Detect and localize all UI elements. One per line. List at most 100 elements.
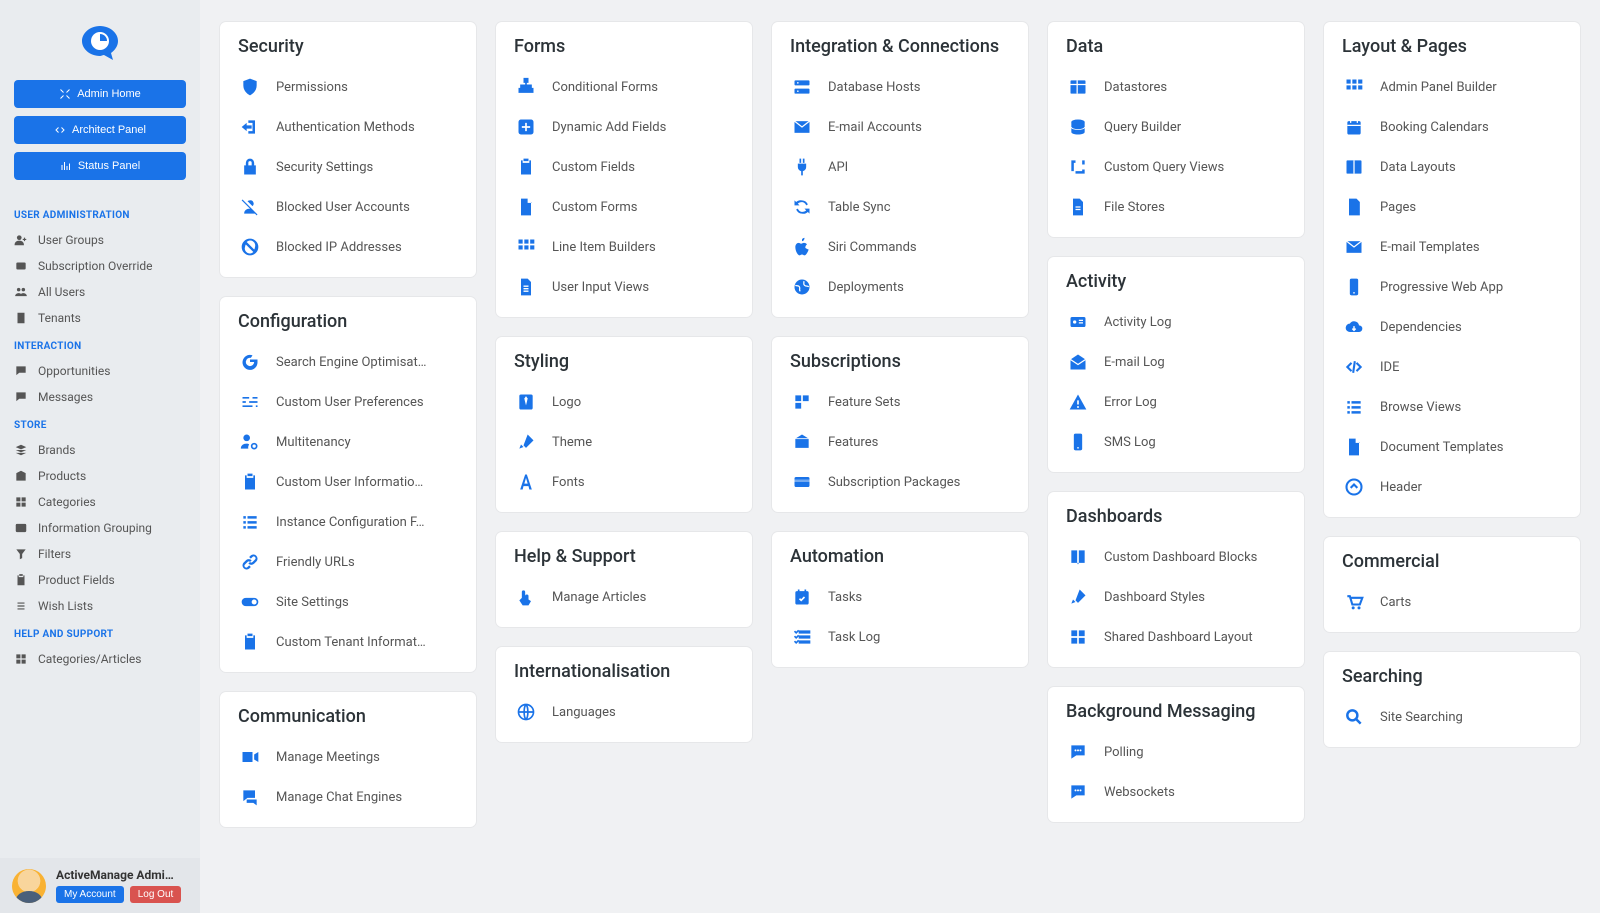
menu-item-siri-commands[interactable]: Siri Commands [790, 227, 1010, 267]
menu-item-ide[interactable]: IDE [1342, 347, 1562, 387]
sidebar-item-subscription-override[interactable]: Subscription Override [0, 253, 200, 279]
menu-item-friendly-urls[interactable]: Friendly URLs [238, 542, 458, 582]
sidebar-item-label: All Users [38, 285, 85, 299]
grid-icon [14, 495, 28, 509]
menu-item-tasks[interactable]: Tasks [790, 577, 1010, 617]
menu-item-blocked-user-accounts[interactable]: Blocked User Accounts [238, 187, 458, 227]
menu-item-fonts[interactable]: Fonts [514, 462, 734, 502]
menu-item-feature-sets[interactable]: Feature Sets [790, 382, 1010, 422]
menu-item-datastores[interactable]: Datastores [1066, 67, 1286, 107]
menu-item-pages[interactable]: Pages [1342, 187, 1562, 227]
menu-item-e-mail-templates[interactable]: E-mail Templates [1342, 227, 1562, 267]
architect-panel-button[interactable]: Architect Panel [14, 116, 186, 144]
menu-item-custom-user-informatio-[interactable]: Custom User Informatio… [238, 462, 458, 502]
font-icon [516, 472, 536, 492]
menu-item-header[interactable]: Header [1342, 467, 1562, 507]
menu-item-custom-forms[interactable]: Custom Forms [514, 187, 734, 227]
menu-item-label: Subscription Packages [828, 475, 960, 490]
comment-dots-icon [1068, 782, 1088, 802]
menu-item-sms-log[interactable]: SMS Log [1066, 422, 1286, 462]
menu-item-polling[interactable]: Polling [1066, 732, 1286, 772]
card-configuration: ConfigurationSearch Engine Optimisat…Cus… [220, 297, 476, 672]
menu-item-custom-fields[interactable]: Custom Fields [514, 147, 734, 187]
menu-item-blocked-ip-addresses[interactable]: Blocked IP Addresses [238, 227, 458, 267]
sidebar-item-messages[interactable]: Messages [0, 384, 200, 410]
menu-item-authentication-methods[interactable]: Authentication Methods [238, 107, 458, 147]
cart-icon [1344, 592, 1364, 612]
admin-home-button[interactable]: Admin Home [14, 80, 186, 108]
menu-item-booking-calendars[interactable]: Booking Calendars [1342, 107, 1562, 147]
menu-item-manage-meetings[interactable]: Manage Meetings [238, 737, 458, 777]
sidebar-item-categories[interactable]: Categories [0, 489, 200, 515]
menu-item-deployments[interactable]: Deployments [790, 267, 1010, 307]
menu-item-activity-log[interactable]: Activity Log [1066, 302, 1286, 342]
menu-item-label: Data Layouts [1380, 160, 1456, 175]
menu-item-site-settings[interactable]: Site Settings [238, 582, 458, 622]
logout-button[interactable]: Log Out [130, 886, 182, 903]
menu-item-shared-dashboard-layout[interactable]: Shared Dashboard Layout [1066, 617, 1286, 657]
sidebar-item-wish-lists[interactable]: Wish Lists [0, 593, 200, 619]
menu-item-error-log[interactable]: Error Log [1066, 382, 1286, 422]
chat-icon [14, 390, 28, 404]
card-title: Automation [790, 546, 1010, 567]
menu-item-carts[interactable]: Carts [1342, 582, 1562, 622]
menu-item-task-log[interactable]: Task Log [790, 617, 1010, 657]
menu-item-languages[interactable]: Languages [514, 692, 734, 732]
sidebar-item-information-grouping[interactable]: Information Grouping [0, 515, 200, 541]
menu-item-line-item-builders[interactable]: Line Item Builders [514, 227, 734, 267]
sidebar-item-tenants[interactable]: Tenants [0, 305, 200, 331]
menu-item-theme[interactable]: Theme [514, 422, 734, 462]
menu-item-permissions[interactable]: Permissions [238, 67, 458, 107]
menu-item-logo[interactable]: Logo [514, 382, 734, 422]
menu-item-file-stores[interactable]: File Stores [1066, 187, 1286, 227]
menu-item-dashboard-styles[interactable]: Dashboard Styles [1066, 577, 1286, 617]
calendar-icon [1344, 117, 1364, 137]
menu-item-multitenancy[interactable]: Multitenancy [238, 422, 458, 462]
menu-item-websockets[interactable]: Websockets [1066, 772, 1286, 812]
menu-item-search-engine-optimisat-[interactable]: Search Engine Optimisat… [238, 342, 458, 382]
menu-item-admin-panel-builder[interactable]: Admin Panel Builder [1342, 67, 1562, 107]
menu-item-browse-views[interactable]: Browse Views [1342, 387, 1562, 427]
sidebar-item-brands[interactable]: Brands [0, 437, 200, 463]
menu-item-data-layouts[interactable]: Data Layouts [1342, 147, 1562, 187]
sidebar-item-product-fields[interactable]: Product Fields [0, 567, 200, 593]
menu-item-manage-chat-engines[interactable]: Manage Chat Engines [238, 777, 458, 817]
menu-item-custom-user-preferences[interactable]: Custom User Preferences [238, 382, 458, 422]
menu-item-custom-query-views[interactable]: Custom Query Views [1066, 147, 1286, 187]
menu-item-api[interactable]: API [790, 147, 1010, 187]
menu-item-label: Custom Forms [552, 200, 637, 215]
menu-item-dynamic-add-fields[interactable]: Dynamic Add Fields [514, 107, 734, 147]
brush-icon [516, 432, 536, 452]
menu-item-query-builder[interactable]: Query Builder [1066, 107, 1286, 147]
menu-item-database-hosts[interactable]: Database Hosts [790, 67, 1010, 107]
menu-item-document-templates[interactable]: Document Templates [1342, 427, 1562, 467]
menu-item-e-mail-accounts[interactable]: E-mail Accounts [790, 107, 1010, 147]
menu-item-table-sync[interactable]: Table Sync [790, 187, 1010, 227]
menu-item-security-settings[interactable]: Security Settings [238, 147, 458, 187]
menu-item-user-input-views[interactable]: User Input Views [514, 267, 734, 307]
menu-item-features[interactable]: Features [790, 422, 1010, 462]
menu-item-custom-tenant-informat-[interactable]: Custom Tenant Informat… [238, 622, 458, 662]
menu-item-subscription-packages[interactable]: Subscription Packages [790, 462, 1010, 502]
sidebar-item-user-groups[interactable]: User Groups [0, 227, 200, 253]
file-alt-icon [1068, 197, 1088, 217]
menu-item-instance-configuration-f-[interactable]: Instance Configuration F… [238, 502, 458, 542]
menu-item-e-mail-log[interactable]: E-mail Log [1066, 342, 1286, 382]
card-title: Internationalisation [514, 661, 734, 682]
menu-item-conditional-forms[interactable]: Conditional Forms [514, 67, 734, 107]
sidebar-item-categories-articles[interactable]: Categories/Articles [0, 646, 200, 672]
sidebar-item-filters[interactable]: Filters [0, 541, 200, 567]
menu-item-label: E-mail Log [1104, 355, 1165, 370]
menu-item-site-searching[interactable]: Site Searching [1342, 697, 1562, 737]
menu-item-label: Activity Log [1104, 315, 1172, 330]
menu-item-manage-articles[interactable]: Manage Articles [514, 577, 734, 617]
my-account-button[interactable]: My Account [56, 886, 124, 903]
sidebar-item-opportunities[interactable]: Opportunities [0, 358, 200, 384]
sidebar-item-all-users[interactable]: All Users [0, 279, 200, 305]
status-panel-button[interactable]: Status Panel [14, 152, 186, 180]
sidebar-item-products[interactable]: Products [0, 463, 200, 489]
hand-icon [516, 587, 536, 607]
menu-item-dependencies[interactable]: Dependencies [1342, 307, 1562, 347]
menu-item-progressive-web-app[interactable]: Progressive Web App [1342, 267, 1562, 307]
menu-item-custom-dashboard-blocks[interactable]: Custom Dashboard Blocks [1066, 537, 1286, 577]
